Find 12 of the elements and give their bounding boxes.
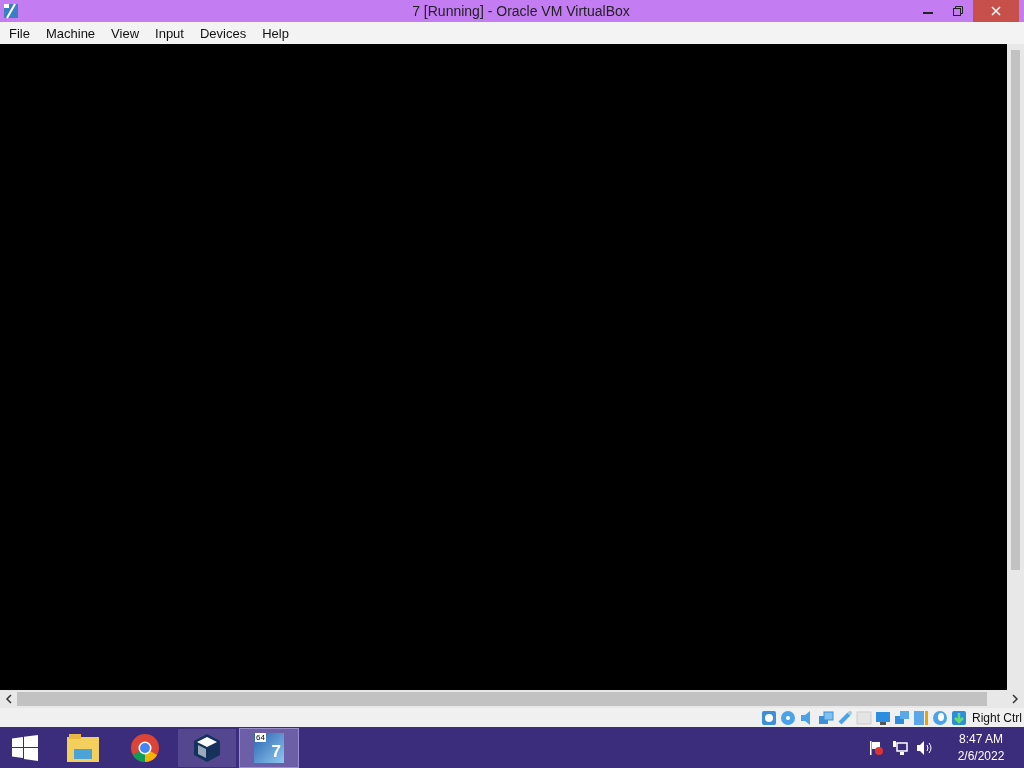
- vm-badge: 64: [255, 732, 266, 742]
- taskbar-app[interactable]: 64 7: [240, 728, 298, 767]
- menu-item[interactable]: Input: [147, 23, 192, 43]
- menu-item[interactable]: Help: [254, 23, 297, 43]
- menu-item[interactable]: View: [103, 23, 148, 43]
- menu-item[interactable]: File: [1, 23, 38, 43]
- window-title: 7 [Running] - Oracle VM VirtualBox: [411, 3, 630, 19]
- menu-item[interactable]: Devices: [191, 23, 255, 43]
- menu-item[interactable]: Machine: [37, 23, 104, 43]
- clock[interactable]: 8:47 AM 2/6/2022: [946, 731, 1016, 764]
- host-key-label: Right Ctrl: [972, 710, 1022, 725]
- vm-number: 7: [271, 741, 281, 762]
